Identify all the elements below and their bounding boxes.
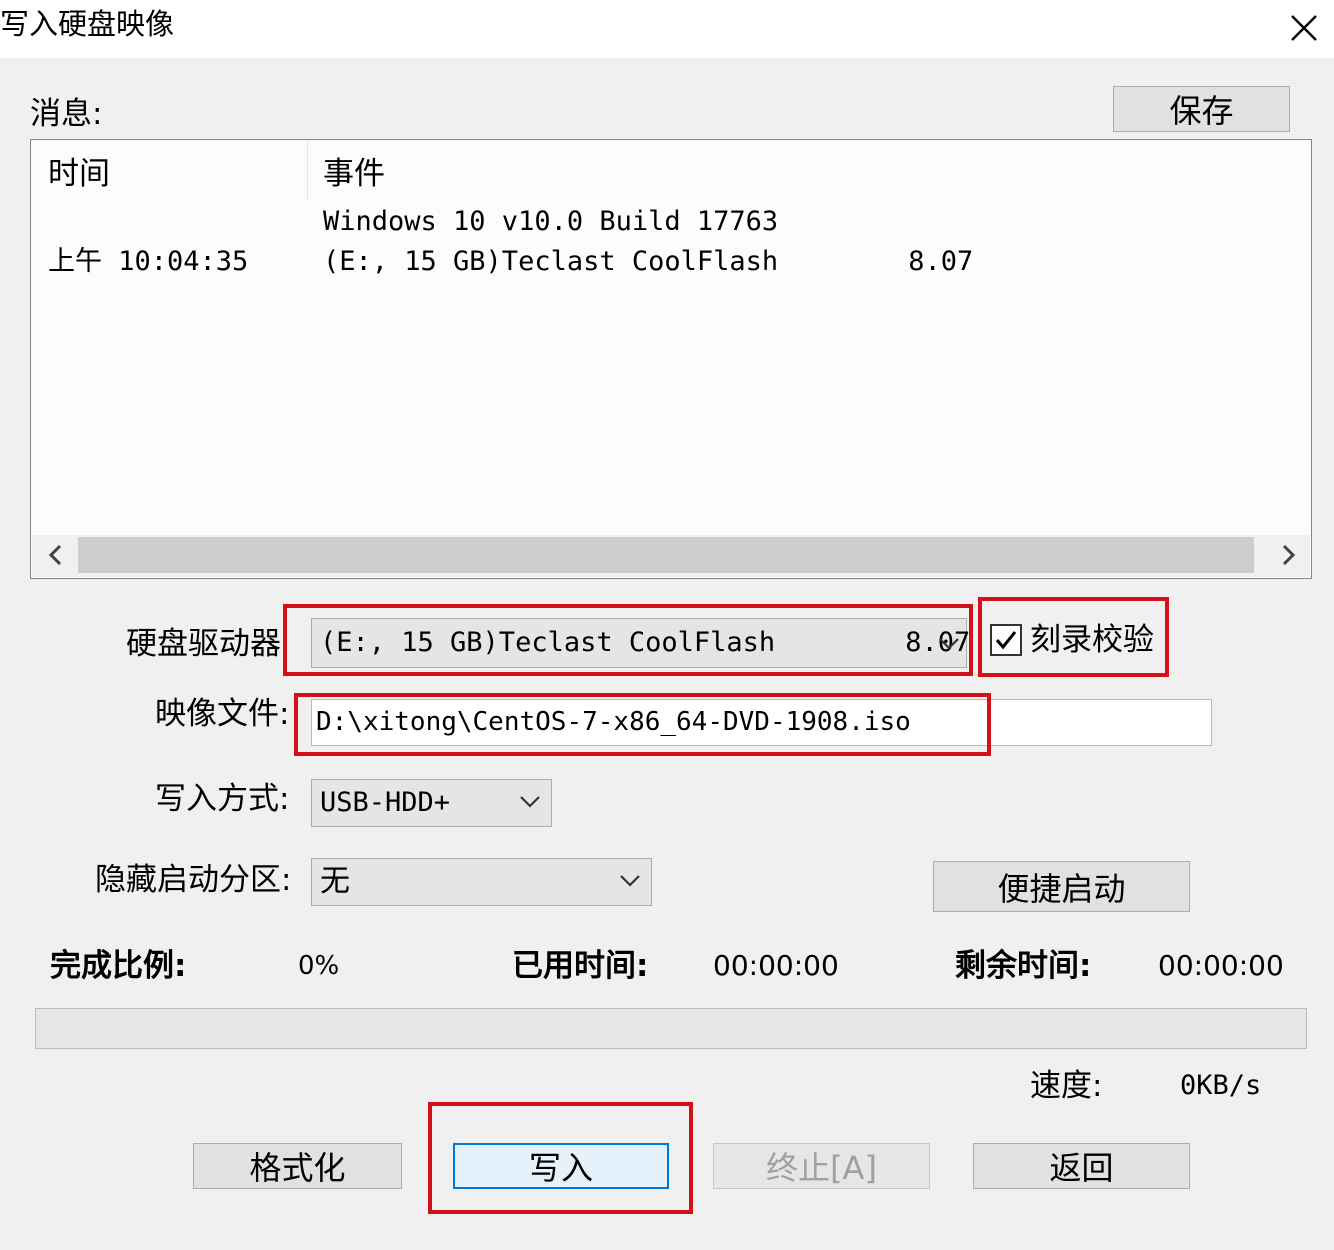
close-icon[interactable] [1284,8,1324,48]
highlight-verify [978,597,1169,677]
highlight-write [428,1102,693,1214]
messages-label: 消息: [30,96,103,132]
elapsed-label: 已用时间: [512,948,649,984]
list-item-time: 上午 10:04:35 [48,246,249,277]
highlight-drive [283,604,973,676]
complete-value: 0% [298,951,340,981]
column-separator[interactable] [307,140,308,200]
speed-value: 0KB/s [1180,1070,1262,1101]
elapsed-value: 00:00:00 [713,949,839,982]
save-button[interactable]: 保存 [1113,86,1290,132]
write-mode-value: USB-HDD+ [320,787,451,818]
window-title: 写入硬盘映像 [0,7,175,41]
image-file-label: 映像文件: [155,696,290,732]
back-button[interactable]: 返回 [973,1143,1190,1189]
hidden-partition-label: 隐藏启动分区: [95,862,292,898]
remaining-label: 剩余时间: [955,948,1092,984]
hidden-partition-value: 无 [320,864,350,899]
remaining-value: 00:00:00 [1158,949,1284,982]
chevron-down-icon [520,796,540,808]
horizontal-scrollbar[interactable] [32,535,1310,577]
message-list[interactable]: 时间 事件 Windows 10 v10.0 Build 17763 上午 10… [30,139,1312,579]
write-mode-label: 写入方式: [155,781,290,817]
speed-label: 速度: [1030,1068,1103,1104]
list-item-event: (E:, 15 GB)Teclast CoolFlash 8.07 [323,246,974,277]
title-bar: 写入硬盘映像 [0,0,1334,58]
format-button[interactable]: 格式化 [193,1143,402,1189]
list-item-event: Windows 10 v10.0 Build 17763 [323,206,779,237]
highlight-image-file [294,693,991,756]
column-header-event[interactable]: 事件 [323,154,385,194]
chevron-right-icon[interactable] [1268,535,1308,575]
scrollbar-thumb[interactable] [78,537,1254,573]
drive-label: 硬盘驱动器 [126,626,281,662]
progress-bar [35,1008,1307,1049]
column-header-time[interactable]: 时间 [48,154,110,194]
chevron-left-icon[interactable] [36,535,76,575]
stop-button[interactable]: 终止[A] [713,1143,930,1189]
hidden-partition-select[interactable]: 无 [311,858,652,906]
quick-boot-button[interactable]: 便捷启动 [933,861,1190,912]
complete-label: 完成比例: [50,948,187,984]
chevron-down-icon [620,875,640,887]
write-mode-select[interactable]: USB-HDD+ [311,779,552,827]
